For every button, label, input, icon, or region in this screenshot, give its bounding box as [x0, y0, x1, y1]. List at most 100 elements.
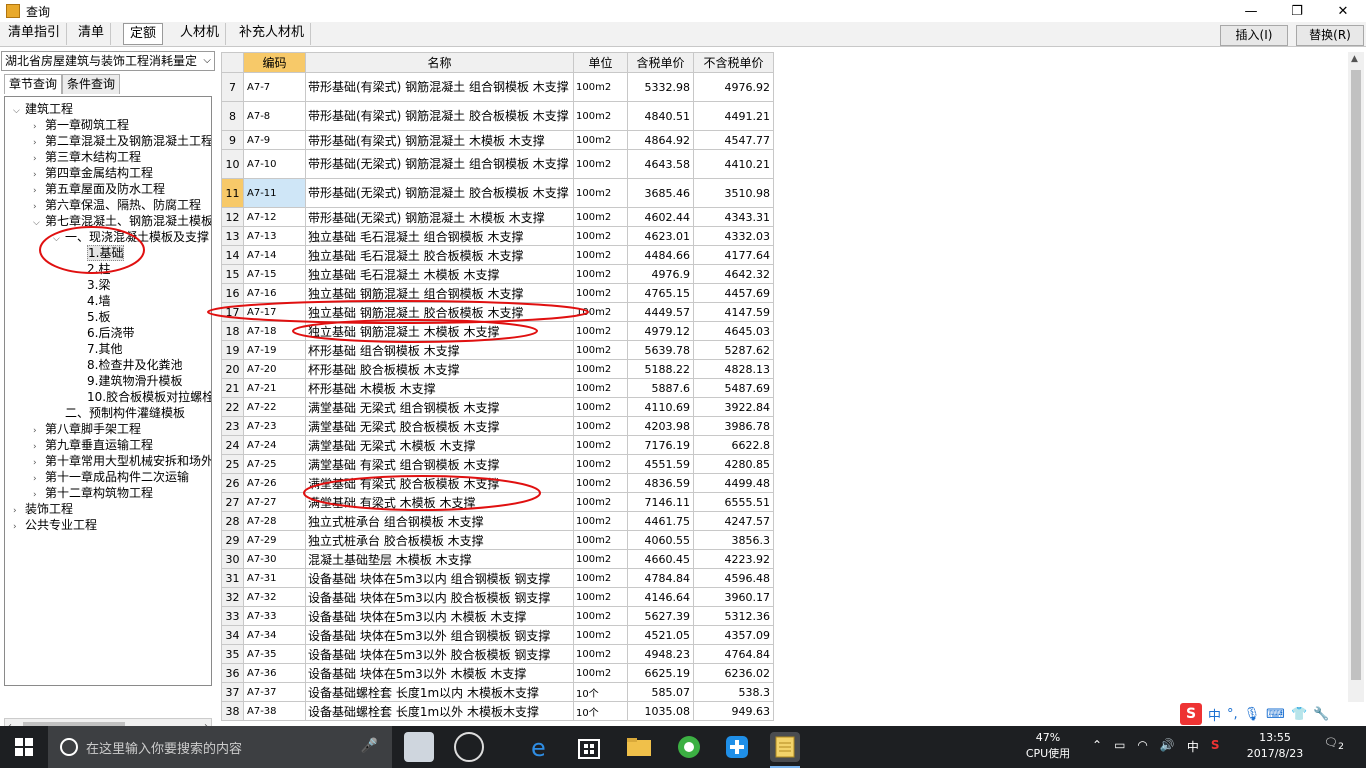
unit-cell[interactable]: 100m2: [573, 397, 628, 417]
tax-price-cell[interactable]: 4110.69: [627, 397, 694, 417]
pretax-price-cell[interactable]: 4547.77: [693, 130, 774, 150]
pretax-price-cell[interactable]: 949.63: [693, 701, 774, 721]
name-cell[interactable]: 独立基础 毛石混凝土 木模板 木支撑: [305, 264, 574, 284]
code-cell[interactable]: A7-14: [243, 245, 306, 265]
name-cell[interactable]: 独立基础 钢筋混凝土 木模板 木支撑: [305, 321, 574, 341]
ime-indicator[interactable]: 中: [1187, 738, 1199, 755]
table-row[interactable]: 8 A7-8 带形基础(有梁式) 钢筋混凝土 胶合板模板 木支撑 100m2 4840.…: [221, 101, 774, 131]
name-cell[interactable]: 满堂基础 无梁式 组合钢模板 木支撑: [305, 397, 574, 417]
row-number-cell[interactable]: 18: [221, 321, 244, 341]
code-cell[interactable]: A7-37: [243, 682, 306, 702]
row-number-cell[interactable]: 14: [221, 245, 244, 265]
pretax-price-cell[interactable]: 4410.21: [693, 149, 774, 179]
unit-cell[interactable]: 10个: [573, 701, 628, 721]
name-cell[interactable]: 满堂基础 无梁式 木模板 木支撑: [305, 435, 574, 455]
tab-condition-query[interactable]: 条件查询: [62, 74, 121, 94]
pretax-price-cell[interactable]: 6555.51: [693, 492, 774, 512]
code-cell[interactable]: A7-36: [243, 663, 306, 683]
row-number-cell[interactable]: 38: [221, 701, 244, 721]
insert-button[interactable]: 插入(I): [1220, 25, 1288, 46]
row-number-cell[interactable]: 9: [221, 130, 244, 150]
row-number-cell[interactable]: 24: [221, 435, 244, 455]
unit-cell[interactable]: 100m2: [573, 340, 628, 360]
tax-price-cell[interactable]: 4643.58: [627, 149, 694, 179]
restore-button[interactable]: ❐: [1274, 0, 1320, 22]
row-number-cell[interactable]: 10: [221, 149, 244, 179]
table-row[interactable]: 15 A7-15 独立基础 毛石混凝土 木模板 木支撑 100m2 4976.9 4642…: [221, 264, 774, 284]
code-cell[interactable]: A7-33: [243, 606, 306, 626]
name-cell[interactable]: 设备基础 块体在5m3以外 组合钢模板 钢支撑: [305, 625, 574, 645]
name-cell[interactable]: 杯形基础 木模板 木支撑: [305, 378, 574, 398]
tax-price-cell[interactable]: 4203.98: [627, 416, 694, 436]
tax-price-cell[interactable]: 4784.84: [627, 568, 694, 588]
code-cell[interactable]: A7-17: [243, 302, 306, 322]
tree-node[interactable]: › 第三章木结构工程: [33, 149, 141, 165]
pretax-price-cell[interactable]: 3922.84: [693, 397, 774, 417]
ime-punctuation-icon[interactable]: °,: [1227, 707, 1238, 722]
pretax-price-cell[interactable]: 4976.92: [693, 72, 774, 102]
table-row[interactable]: 9 A7-9 带形基础(有梁式) 钢筋混凝土 木模板 木支撑 100m2 4864.92…: [221, 130, 774, 150]
unit-cell[interactable]: 100m2: [573, 178, 628, 208]
tax-price-cell[interactable]: 4660.45: [627, 549, 694, 569]
name-cell[interactable]: 设备基础 块体在5m3以外 木模板 木支撑: [305, 663, 574, 683]
tax-price-cell[interactable]: 4484.66: [627, 245, 694, 265]
volume-icon[interactable]: 🔊: [1160, 738, 1175, 755]
collapse-icon[interactable]: ⌵: [33, 215, 45, 231]
table-row[interactable]: 16 A7-16 独立基础 钢筋混凝土 组合钢模板 木支撑 100m2 4765.15 4…: [221, 283, 774, 303]
code-cell[interactable]: A7-23: [243, 416, 306, 436]
code-cell[interactable]: A7-19: [243, 340, 306, 360]
name-cell[interactable]: 带形基础(有梁式) 钢筋混凝土 组合钢模板 木支撑: [305, 72, 574, 102]
name-cell[interactable]: 带形基础(无梁式) 钢筋混凝土 组合钢模板 木支撑: [305, 149, 574, 179]
table-row[interactable]: 30 A7-30 混凝土基础垫层 木模板 木支撑 100m2 4660.45 4223.9…: [221, 549, 774, 569]
code-cell[interactable]: A7-15: [243, 264, 306, 284]
pretax-price-cell[interactable]: 6622.8: [693, 435, 774, 455]
pretax-price-cell[interactable]: 5287.62: [693, 340, 774, 360]
row-number-cell[interactable]: 11: [221, 178, 244, 208]
row-number-cell[interactable]: 29: [221, 530, 244, 550]
tax-price-cell[interactable]: 7176.19: [627, 435, 694, 455]
unit-cell[interactable]: 100m2: [573, 207, 628, 227]
edge-browser-icon[interactable]: e: [526, 732, 556, 762]
name-cell[interactable]: 设备基础 块体在5m3以内 胶合板模板 钢支撑: [305, 587, 574, 607]
code-cell[interactable]: A7-13: [243, 226, 306, 246]
unit-cell[interactable]: 100m2: [573, 378, 628, 398]
unit-cell[interactable]: 100m2: [573, 130, 628, 150]
row-number-cell[interactable]: 31: [221, 568, 244, 588]
replace-button[interactable]: 替换(R): [1296, 25, 1364, 46]
table-row[interactable]: 14 A7-14 独立基础 毛石混凝土 胶合板模板 木支撑 100m2 4484.66 4…: [221, 245, 774, 265]
expand-icon[interactable]: ›: [13, 519, 25, 535]
name-cell[interactable]: 设备基础 块体在5m3以外 胶合板模板 钢支撑: [305, 644, 574, 664]
tax-price-cell[interactable]: 4461.75: [627, 511, 694, 531]
collapse-icon[interactable]: ⌵: [53, 231, 65, 247]
tax-price-cell[interactable]: 4840.51: [627, 101, 694, 131]
minimize-button[interactable]: —: [1228, 0, 1274, 22]
pretax-price-cell[interactable]: 4343.31: [693, 207, 774, 227]
tree-node[interactable]: 二、预制构件灌缝模板: [53, 405, 185, 421]
unit-cell[interactable]: 100m2: [573, 416, 628, 436]
pretax-price-cell[interactable]: 4280.85: [693, 454, 774, 474]
pretax-price-cell[interactable]: 5312.36: [693, 606, 774, 626]
table-row[interactable]: 10 A7-10 带形基础(无梁式) 钢筋混凝土 组合钢模板 木支撑 100m2 464…: [221, 149, 774, 179]
name-cell[interactable]: 独立式桩承台 胶合板模板 木支撑: [305, 530, 574, 550]
unit-cell[interactable]: 100m2: [573, 568, 628, 588]
tax-price-cell[interactable]: 4623.01: [627, 226, 694, 246]
file-explorer-icon[interactable]: [624, 732, 654, 762]
app-icon-1[interactable]: [404, 732, 434, 762]
unit-cell[interactable]: 100m2: [573, 625, 628, 645]
unit-cell[interactable]: 100m2: [573, 302, 628, 322]
code-cell[interactable]: A7-16: [243, 283, 306, 303]
name-cell[interactable]: 满堂基础 有梁式 组合钢模板 木支撑: [305, 454, 574, 474]
tree-node[interactable]: › 第十一章成品构件二次运输: [33, 469, 189, 485]
clock[interactable]: 13:55 2017/8/23: [1240, 730, 1310, 762]
name-column-header[interactable]: 名称: [305, 52, 574, 73]
row-number-cell[interactable]: 12: [221, 207, 244, 227]
code-cell[interactable]: A7-35: [243, 644, 306, 664]
table-row[interactable]: 24 A7-24 满堂基础 无梁式 木模板 木支撑 100m2 7176.19 6622.…: [221, 435, 774, 455]
chevron-up-icon[interactable]: ⌃: [1092, 738, 1102, 755]
name-cell[interactable]: 带形基础(有梁式) 钢筋混凝土 胶合板模板 木支撑: [305, 101, 574, 131]
tree-node[interactable]: › 公共专业工程: [13, 517, 97, 533]
pretax-price-cell[interactable]: 4596.48: [693, 568, 774, 588]
tax-price-cell[interactable]: 4765.15: [627, 283, 694, 303]
pretax-price-cell[interactable]: 4457.69: [693, 283, 774, 303]
scroll-up-icon[interactable]: ▲: [1351, 54, 1358, 64]
